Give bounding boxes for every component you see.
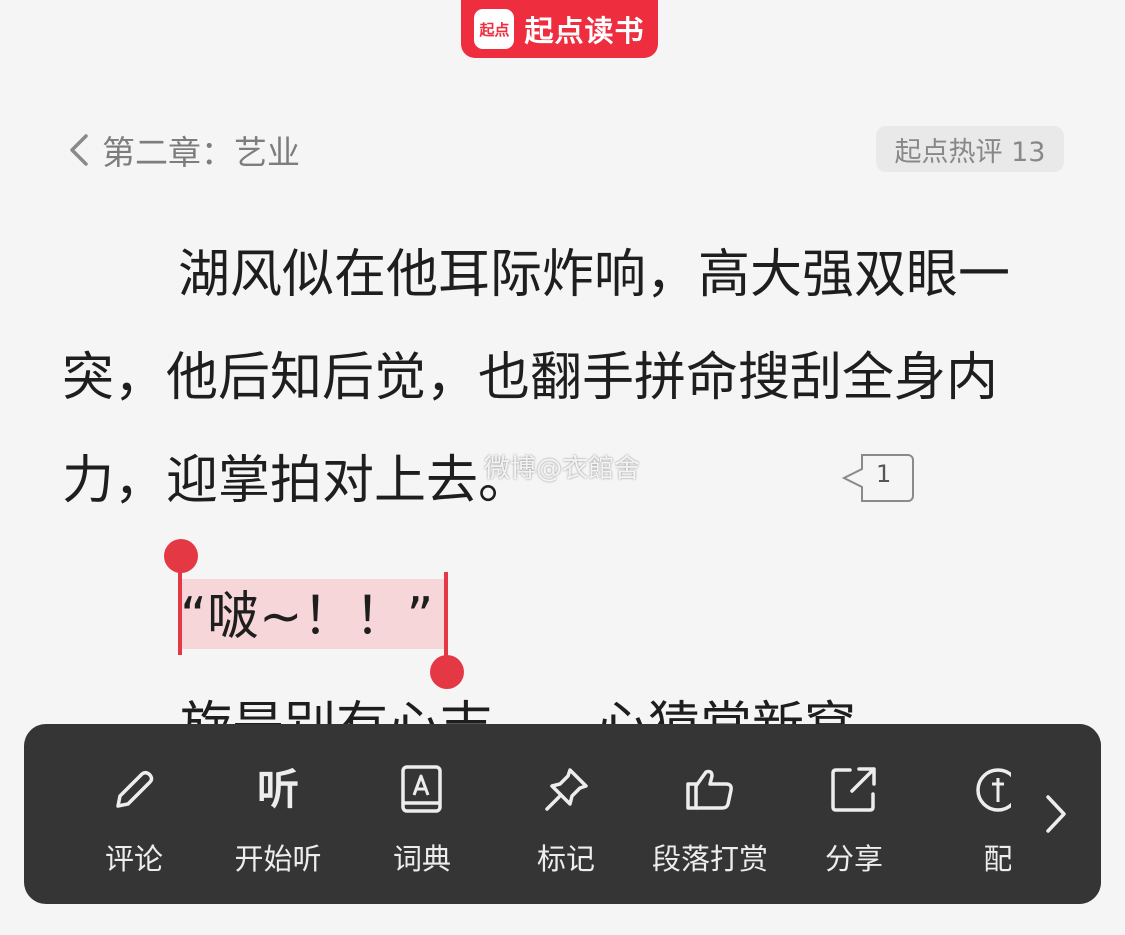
dictionary-label: 词典 [392,842,451,876]
pencil-icon [116,770,154,808]
pin-icon [545,768,588,811]
reward-icon [686,769,733,810]
selection-start-line [178,568,182,655]
paragraph-comment-count: 1 [876,460,892,488]
paragraph-text[interactable]: 湖风似在他耳际炸响，高大强双眼一突，他后知后觉，也翻手拼命搜刮全身内力，迎掌拍对… [62,224,1072,533]
selection-end-handle[interactable] [430,655,464,689]
selection-end-line [444,572,448,664]
app-logo-mark: 起点 [474,9,515,49]
paragraph-comment-button[interactable]: 1 [840,452,916,504]
listen-label: 开始听 [234,842,322,876]
watermark-text: 微博@衣館舍 [484,454,641,484]
dictionary-button[interactable]: 词典 [352,724,492,904]
paragraph-reward-label: 段落打赏 [651,842,768,876]
selected-text[interactable]: “啵~！！” [180,582,433,652]
hot-comments-button[interactable]: 起点热评 13 [876,126,1064,172]
dub-label: 配 [983,842,1013,876]
app-logo-text: 起点读书 [524,14,645,48]
listen-button[interactable]: 听 开始听 [208,724,348,904]
chevron-left-icon [70,134,88,166]
app-logo: 起点 起点读书 [461,0,658,58]
mark-label: 标记 [536,842,595,876]
share-label: 分享 [824,842,883,876]
comment-button[interactable]: 评论 [64,724,204,904]
comment-label: 评论 [104,842,163,876]
share-button[interactable]: 分享 [784,724,924,904]
toolbar-more-button[interactable] [1011,724,1101,904]
selection-toolbar: 评论 听 开始听 词典 标记 段落打赏 分享 配 [24,724,1101,904]
chevron-right-icon [1046,795,1066,833]
selection-start-handle[interactable] [164,539,198,573]
share-icon [831,767,876,812]
chapter-back-button[interactable]: 第二章：艺业 [68,128,300,172]
listen-icon: 听 [256,765,299,814]
dictionary-icon [401,765,442,813]
mark-button[interactable]: 标记 [496,724,636,904]
paragraph-reward-button[interactable]: 段落打赏 [640,724,780,904]
chapter-title: 第二章：艺业 [102,133,300,172]
